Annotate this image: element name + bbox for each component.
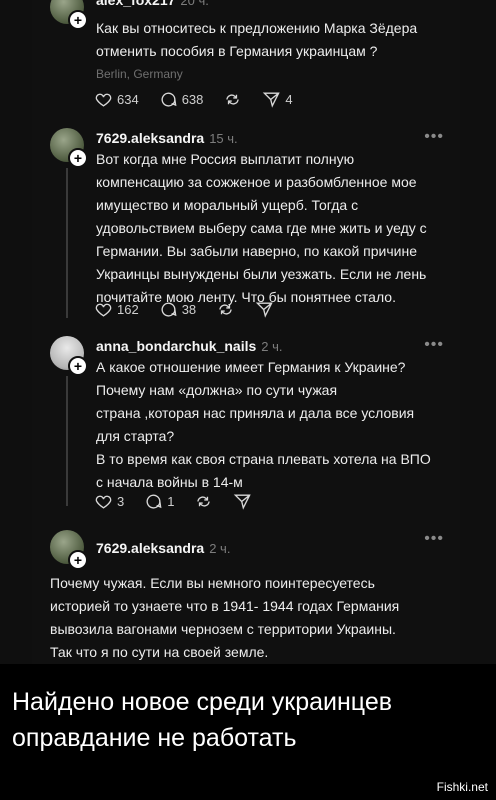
send-icon bbox=[255, 301, 273, 318]
like-count: 162 bbox=[117, 301, 139, 317]
threads-feed: + alex_fox217 20 ч. Как вы относитесь к п… bbox=[32, 0, 460, 664]
heart-icon bbox=[95, 303, 112, 317]
thread-line bbox=[66, 376, 68, 506]
username-label[interactable]: alex_fox217 bbox=[96, 0, 175, 8]
repost-button[interactable] bbox=[223, 90, 242, 109]
post-text: Почему чужая. Если вы немного поинтересу… bbox=[50, 575, 400, 660]
comment-button[interactable]: 38 bbox=[159, 300, 196, 319]
post-3: + anna_bondarchuk_nails 2 ч. ••• А какое … bbox=[32, 336, 460, 516]
follow-plus-icon[interactable]: + bbox=[68, 356, 88, 376]
username[interactable]: anna_bondarchuk_nails 2 ч. bbox=[96, 338, 283, 354]
follow-plus-icon[interactable]: + bbox=[68, 550, 88, 570]
like-button[interactable]: 162 bbox=[94, 300, 139, 319]
comment-count: 38 bbox=[181, 301, 197, 317]
comment-button[interactable]: 1 bbox=[144, 492, 174, 511]
follow-plus-icon[interactable]: + bbox=[68, 148, 88, 168]
repost-button[interactable] bbox=[194, 492, 213, 511]
more-options-icon[interactable]: ••• bbox=[424, 336, 444, 354]
follow-plus-icon[interactable]: + bbox=[68, 10, 88, 30]
post-actions: 634 638 4 bbox=[94, 88, 293, 110]
more-options-icon[interactable]: ••• bbox=[424, 128, 444, 146]
send-icon bbox=[234, 493, 252, 510]
thread-line bbox=[66, 168, 68, 318]
repost-icon bbox=[197, 495, 211, 507]
username[interactable]: 7629.aleksandra 15 ч. bbox=[96, 130, 238, 146]
location-label: Berlin, Germany bbox=[96, 67, 183, 81]
like-button[interactable]: 3 bbox=[94, 492, 124, 511]
post-text: Вот когда мне Россия выплатит полную ком… bbox=[96, 151, 427, 305]
post-4: + 7629.aleksandra 2 ч. ••• Почему чужая. … bbox=[32, 530, 460, 660]
share-count: 4 bbox=[285, 91, 293, 107]
share-button[interactable] bbox=[255, 300, 274, 319]
like-count: 3 bbox=[117, 493, 125, 509]
username[interactable]: alex_fox217 20 ч. bbox=[96, 0, 209, 8]
comment-icon bbox=[161, 302, 177, 317]
username[interactable]: 7629.aleksandra 2 ч. bbox=[96, 540, 230, 556]
post-2: + 7629.aleksandra 15 ч. ••• Вот когда мне… bbox=[32, 128, 460, 328]
post-actions: 162 38 bbox=[94, 298, 274, 320]
heart-icon bbox=[95, 93, 112, 107]
post-1: + alex_fox217 20 ч. Как вы относитесь к п… bbox=[32, 0, 460, 110]
post-text: Как вы относитесь к предложению Марка Зё… bbox=[96, 20, 418, 59]
comment-icon bbox=[161, 92, 177, 107]
comment-button[interactable]: 638 bbox=[159, 90, 204, 109]
post-text: А какое отношение имеет Германия к Украи… bbox=[96, 359, 431, 490]
username-label[interactable]: 7629.aleksandra bbox=[96, 540, 204, 556]
post-time: 20 ч. bbox=[180, 0, 209, 8]
post-time: 2 ч. bbox=[261, 339, 283, 354]
repost-button[interactable] bbox=[216, 300, 235, 319]
like-count: 634 bbox=[117, 91, 139, 107]
share-button[interactable]: 4 bbox=[262, 90, 293, 109]
send-icon bbox=[263, 91, 281, 108]
comment-count: 638 bbox=[181, 91, 204, 107]
share-button[interactable] bbox=[233, 492, 252, 511]
repost-icon bbox=[226, 93, 240, 105]
like-button[interactable]: 634 bbox=[94, 90, 139, 109]
comment-icon bbox=[146, 494, 162, 509]
heart-icon bbox=[95, 495, 112, 509]
repost-icon bbox=[219, 303, 232, 315]
username-label[interactable]: 7629.aleksandra bbox=[96, 130, 204, 146]
caption-text: Найдено новое среди украинцев оправдание… bbox=[12, 688, 393, 752]
comment-count: 1 bbox=[167, 493, 175, 509]
watermark: Fishki.net bbox=[436, 780, 488, 794]
post-time: 2 ч. bbox=[209, 541, 231, 556]
screenshot-frame: + alex_fox217 20 ч. Как вы относитесь к п… bbox=[0, 0, 496, 664]
post-actions: 3 1 bbox=[94, 490, 252, 512]
post-time: 15 ч. bbox=[209, 131, 238, 146]
username-label[interactable]: anna_bondarchuk_nails bbox=[96, 338, 256, 354]
more-options-icon[interactable]: ••• bbox=[424, 530, 444, 548]
